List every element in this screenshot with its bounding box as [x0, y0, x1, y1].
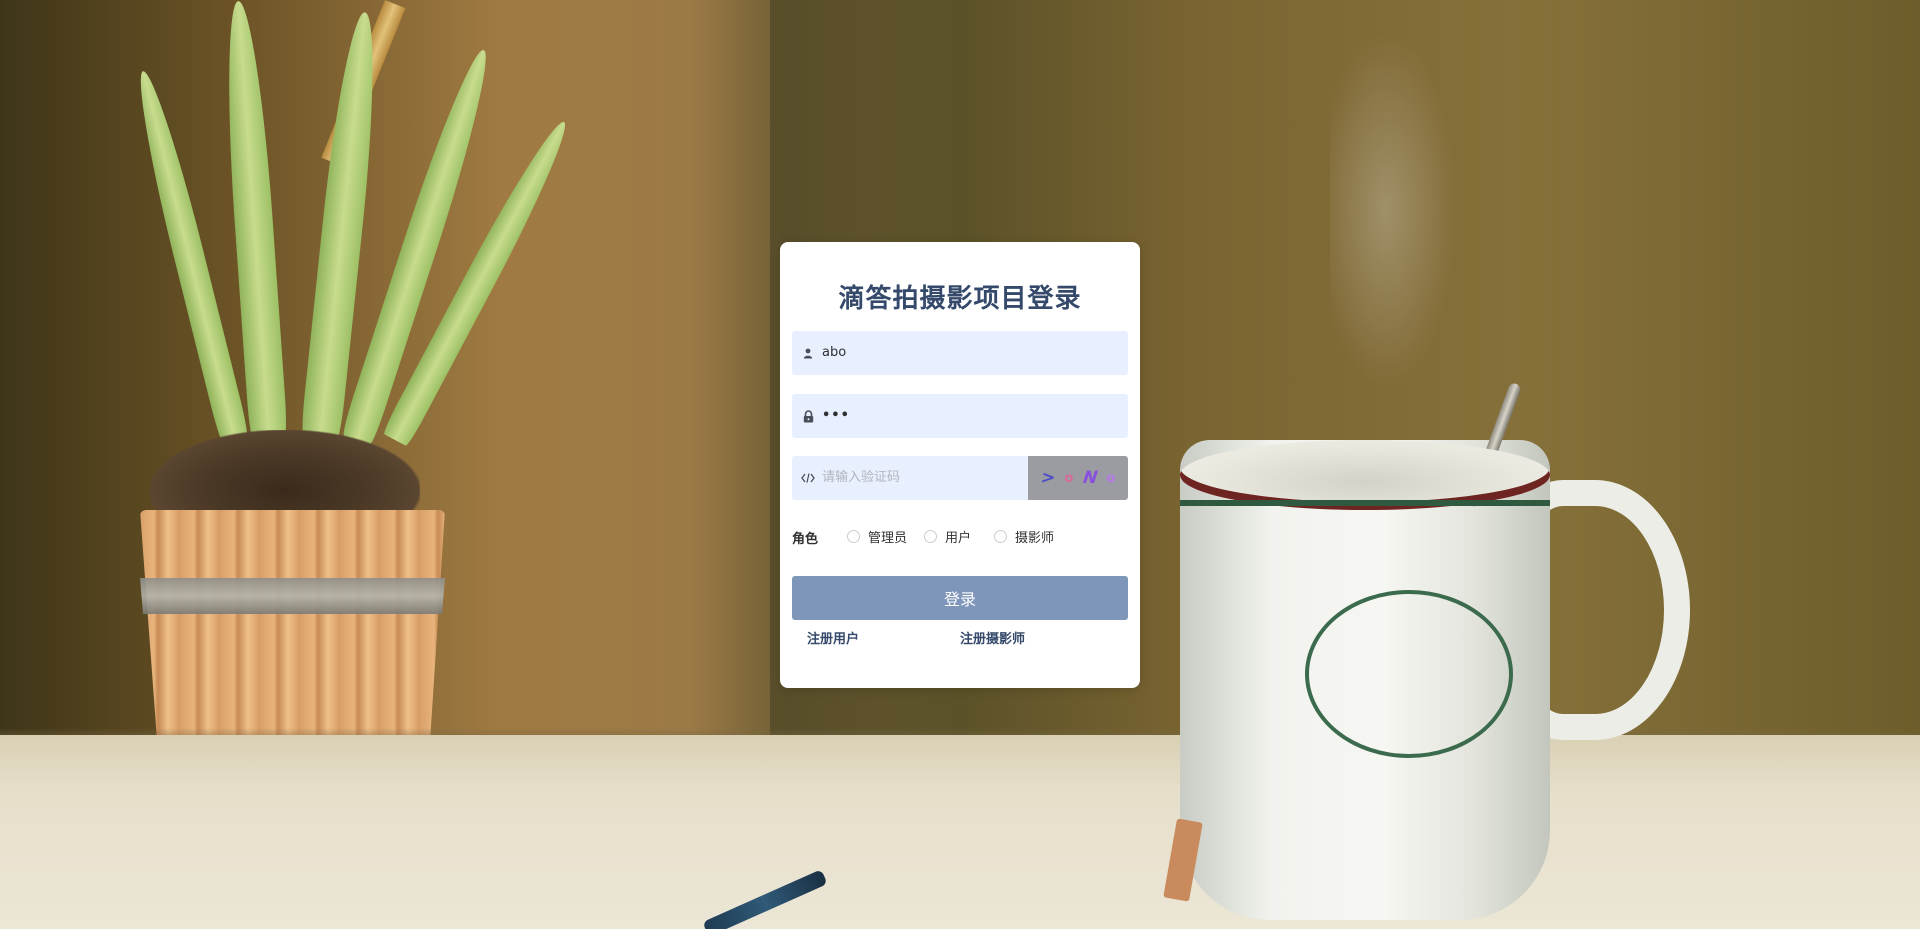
captcha-input[interactable]: 请输入验证码 [822, 456, 900, 500]
login-button[interactable]: 登录 [792, 576, 1128, 620]
role-selector: 角色 管理员 用户 摄影师 [792, 526, 1128, 547]
captcha-image[interactable]: > o N o [1028, 456, 1128, 500]
captcha-char: o [1106, 470, 1116, 486]
table-surface [0, 735, 1920, 929]
password-value: ••• [822, 408, 850, 423]
captcha-field[interactable]: 请输入验证码 [792, 456, 1028, 500]
role-radio-user[interactable]: 用户 [924, 527, 972, 546]
role-option-label: 用户 [945, 530, 972, 546]
radio-circle[interactable] [924, 529, 937, 543]
username-field[interactable]: abo [792, 331, 1128, 375]
steam [1330, 0, 1470, 420]
password-field[interactable]: ••• [792, 394, 1128, 438]
role-label: 角色 [792, 532, 819, 547]
radio-circle[interactable] [994, 529, 1007, 543]
username-value: abo [822, 345, 847, 360]
role-radio-admin[interactable]: 管理员 [847, 527, 908, 546]
login-title: 滴答拍摄影项目登录 [838, 284, 1082, 314]
captcha-char: o [1064, 470, 1074, 486]
captcha-char: > [1038, 468, 1057, 488]
role-option-label: 管理员 [868, 530, 908, 546]
register-photographer-link[interactable]: 注册摄影师 [960, 628, 1025, 647]
user-icon [800, 345, 816, 361]
pot-band [140, 578, 445, 614]
mug-stripe [1180, 500, 1550, 506]
register-user-link[interactable]: 注册用户 [807, 628, 859, 647]
captcha-char: N [1079, 468, 1101, 488]
mug-emblem [1305, 590, 1513, 758]
lock-icon [800, 408, 816, 424]
radio-circle[interactable] [847, 529, 860, 543]
login-card: 滴答拍摄影项目登录 abo ••• 请输入验证码 > o N o 角色 管理员 … [780, 242, 1140, 688]
code-icon [800, 470, 816, 486]
role-radio-photographer[interactable]: 摄影师 [994, 527, 1055, 546]
role-option-label: 摄影师 [1015, 530, 1055, 546]
